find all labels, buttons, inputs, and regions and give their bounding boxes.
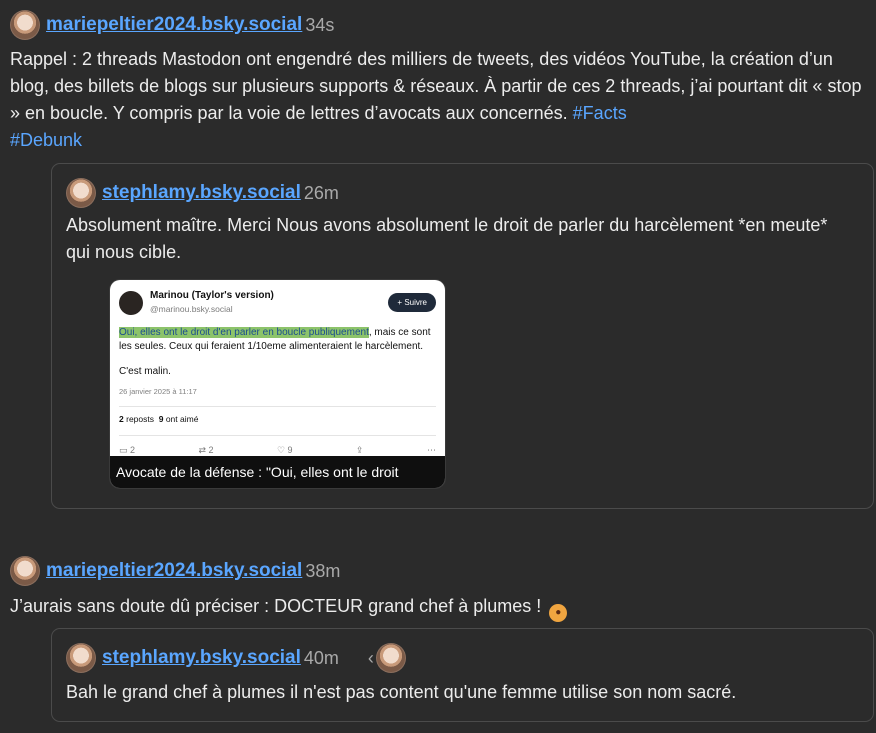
likes-count: 9 [158,414,164,424]
embed-name: Marinou (Taylor's version) [150,290,274,301]
quote-header: stephlamy.bsky.social 40m ‹ [66,643,406,673]
quoted-post[interactable]: stephlamy.bsky.social 26m Absolument maî… [51,163,874,509]
heart-icon: ♡ 9 [276,444,293,455]
share-icon: ⇪ [356,444,364,455]
post-time: 38m [305,560,341,581]
embed-stats: 2 reposts 9 ont aimé [119,406,436,427]
quote-author-handle[interactable]: stephlamy.bsky.social [102,647,301,669]
embedded-screenshot[interactable]: Marinou (Taylor's version) @marinou.bsky… [110,280,445,488]
avatar[interactable] [10,10,40,40]
author-handle[interactable]: mariepeltier2024.bsky.social [46,14,302,36]
post: mariepeltier2024.bsky.social 38m J’aurai… [10,556,872,622]
quoted-post[interactable]: stephlamy.bsky.social 40m ‹ Bah le grand… [51,628,874,722]
image-caption: Avocate de la défense : "Oui, elles ont … [110,456,445,488]
post-body: J’aurais sans doute dû préciser : DOCTEU… [10,596,542,616]
reply-avatar[interactable] [375,643,406,673]
author-handle[interactable]: mariepeltier2024.bsky.social [46,560,302,582]
highlighted-text: Oui, elles ont le droit d'en parler en b… [119,327,369,338]
quote-text: Absolument maître. Merci Nous avons abso… [66,215,828,262]
reposts-label: reposts [126,414,154,424]
post-text: Rappel : 2 threads Mastodon ont engendré… [10,46,872,154]
follow-button: + Suivre [388,292,436,313]
post-body: Rappel : 2 threads Mastodon ont engendré… [10,49,862,123]
embed-handle: @marinou.bsky.social [150,303,233,314]
reply-icon: ▭ 2 [119,444,136,455]
quote-text: Bah le grand chef à plumes il n'est pas … [66,682,737,702]
embed-author-row: Marinou (Taylor's version) @marinou.bsky… [119,289,436,316]
repost-icon: ⇄ 2 [198,444,214,455]
hashtag-facts[interactable]: #Facts [573,103,627,123]
quote-time: 40m [303,647,339,668]
hashtag-debunk[interactable]: #Debunk [10,130,82,150]
embed-text: Oui, elles ont le droit d'en parler en b… [119,326,436,353]
post-text: J’aurais sans doute dû préciser : DOCTEU… [10,593,872,622]
shocked-emoji-icon: ● [549,604,568,622]
post-header: mariepeltier2024.bsky.social 38m [10,556,872,586]
embed-avatar [119,290,143,315]
post: mariepeltier2024.bsky.social 34s Rappel … [10,10,872,154]
quote-author-handle[interactable]: stephlamy.bsky.social [102,182,301,204]
quote-header: stephlamy.bsky.social 26m [66,178,339,208]
avatar[interactable] [10,556,40,586]
embed-line2: C'est malin. [119,366,171,377]
chevron-left-icon[interactable]: ‹ [368,648,374,669]
embed-actions: ▭ 2 ⇄ 2 ♡ 9 ⇪ ⋯ [119,434,436,458]
avatar[interactable] [66,178,96,208]
avatar[interactable] [66,643,96,673]
more-icon: ⋯ [426,444,436,455]
embed-date: 26 janvier 2025 à 11:17 [119,386,197,396]
likes-label: ont aimé [165,414,199,424]
quote-time: 26m [303,182,339,203]
post-time: 34s [305,14,335,35]
post-header: mariepeltier2024.bsky.social 34s [10,10,872,40]
reposts-count: 2 [119,414,124,424]
